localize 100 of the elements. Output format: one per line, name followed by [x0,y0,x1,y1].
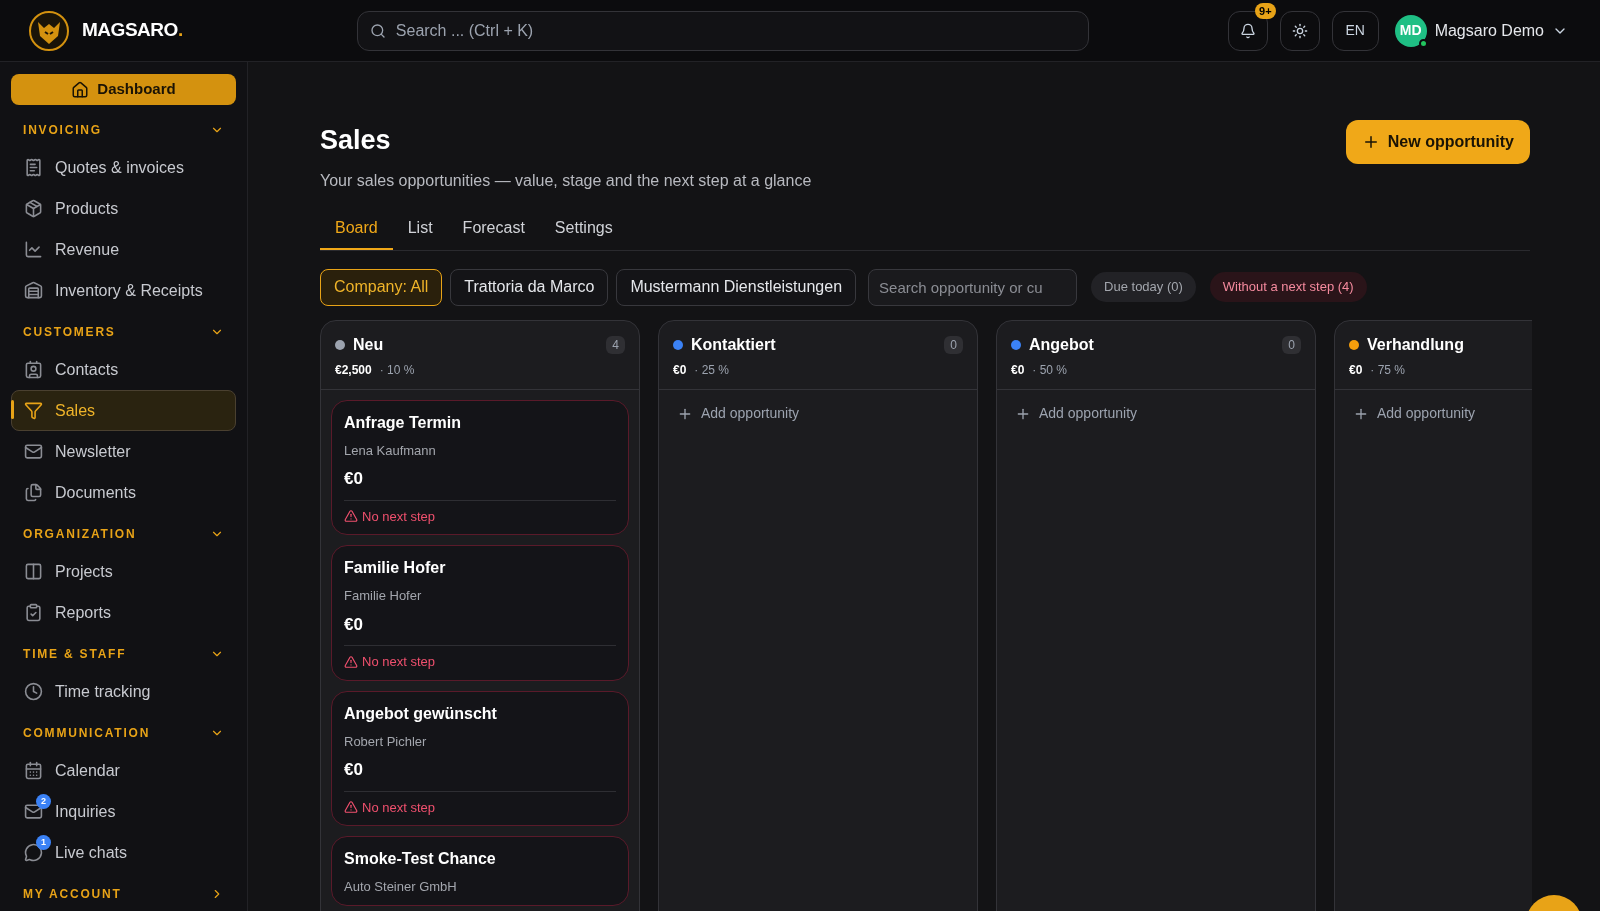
contact-card-icon [24,360,43,379]
card-title: Angebot gewünscht [344,703,498,724]
language-button[interactable]: EN [1331,10,1379,51]
company-filter-chip[interactable]: Mustermann Dienstleistungen [616,268,857,306]
stage-value: €0 [1349,361,1363,379]
calendar-icon [24,761,43,780]
new-opportunity-button[interactable]: New opportunity [1345,120,1530,164]
section-toggle[interactable]: CUSTOMERS [11,315,236,349]
stage-title: Verhandlung [1367,334,1464,355]
card-title: Smoke-Test Chance [344,849,497,869]
warehouse-icon [24,281,43,300]
funnel-icon [24,401,43,420]
stage-probability: · 10 % [379,361,415,379]
company-filter-chip[interactable]: Trattoria da Marco [450,268,609,306]
count-badge: 2 [36,794,51,809]
card-title: Anfrage Termin [344,412,463,433]
sidebar-item[interactable]: Products [11,188,236,229]
sidebar-item[interactable]: Newsletter [11,431,236,472]
envelope-icon [24,802,43,821]
chat-bubble-icon [24,843,43,862]
stage-count: 0 [1282,335,1301,354]
add-opportunity-button[interactable]: Add opportunity [1007,399,1305,428]
stage-title: Kontaktiert [691,334,776,355]
add-opportunity-button[interactable]: Add opportunity [1345,399,1532,428]
box-icon [24,199,43,218]
tab[interactable]: Settings [539,208,628,250]
count-badge: 1 [36,835,51,850]
dashboard-button[interactable]: Dashboard [11,74,236,105]
opportunity-search-field[interactable]: Search opportunity or cu [868,268,1078,306]
documents-icon [24,483,43,502]
sidebar-item[interactable]: Quotes & invoices [11,147,236,188]
warning-icon [344,509,358,524]
card-amount: €0 [344,468,364,490]
section-toggle[interactable]: COMMUNICATION [11,716,236,750]
bell-icon [1239,22,1256,39]
search-icon [369,22,386,39]
tab[interactable]: Forecast [447,208,540,250]
card-amount: €0 [344,613,364,636]
section-toggle[interactable]: INVOICING [11,113,236,147]
brand-name: MAGSARO. [82,18,183,43]
stage-probability: · 75 % [1370,361,1406,379]
section-toggle[interactable]: TIME & STAFF [11,637,236,671]
quick-filter-chip[interactable]: Due today (0) [1091,272,1196,302]
sidebar-item[interactable]: Reports [11,592,236,633]
quick-filter-chip[interactable]: Without a next step (4) [1209,272,1367,302]
stage-value: €0 [1011,361,1025,379]
sidebar-item[interactable]: Projects [11,551,236,592]
user-menu-button[interactable]: MD Magsaro Demo [1394,14,1568,47]
sidebar-item[interactable]: Sales [11,390,236,431]
sun-icon [1291,22,1308,39]
card-contact: Familie Hofer [344,587,423,605]
sidebar-item[interactable]: Revenue [11,229,236,270]
tab[interactable]: Board [320,208,393,250]
search-field[interactable]: Search ... (Ctrl + K) [356,10,1089,51]
section-toggle[interactable]: ORGANIZATION [11,517,236,551]
section-toggle[interactable]: MY ACCOUNT [11,877,236,911]
envelope-icon [24,442,43,461]
stage-title: Angebot [1029,334,1094,355]
warning-text: No next step [362,653,435,671]
columns-icon [24,562,43,581]
sidebar-item[interactable]: Contacts [11,349,236,390]
receipt-icon [24,158,43,177]
sidebar-item[interactable]: Time tracking [11,671,236,712]
card-contact: Robert Pichler [344,732,428,751]
warning-icon [344,654,358,669]
clock-icon [24,682,43,701]
stage-probability: · 50 % [1032,361,1068,379]
opportunity-card[interactable]: Angebot gewünscht Robert Pichler €0 No next step [331,690,629,826]
add-opportunity-button[interactable]: Add opportunity [669,399,967,428]
sidebar-item[interactable]: Calendar [11,750,236,791]
house-icon [71,80,90,99]
sidebar-item[interactable]: Inventory & Receipts [11,270,236,311]
card-contact: Lena Kaufmann [344,441,437,460]
card-contact: Auto Steiner GmbH [344,878,458,896]
opportunity-card[interactable]: Smoke-Test Chance Auto Steiner GmbH [331,836,629,906]
page-subtitle: Your sales opportunities — value, stage and the next step at a glance [320,170,812,191]
sidebar-item[interactable]: Inquiries 2 [11,791,236,832]
theme-toggle-button[interactable] [1279,10,1320,51]
opportunity-card[interactable]: Familie Hofer Familie Hofer €0 No next step [331,545,629,681]
stage-count: 0 [944,335,963,354]
clipboard-icon [24,603,43,622]
warning-icon [344,800,358,815]
opportunity-card[interactable]: Anfrage Termin Lena Kaufmann €0 No next step [331,399,629,535]
page-title: Sales [320,124,392,157]
warning-text: No next step [362,507,435,526]
stage-title: Neu [353,334,384,355]
stage-count: 4 [606,335,625,354]
avatar: MD [1394,14,1427,47]
card-amount: €0 [344,759,364,781]
tab[interactable]: List [392,208,448,250]
stage-value: €2,500 [335,361,372,379]
wolf-logo-icon [28,9,70,52]
notification-count: 9+ [1255,2,1276,19]
sidebar-item[interactable]: Documents [11,472,236,513]
warning-text: No next step [362,798,435,817]
sidebar-item[interactable]: Live chats 1 [11,832,236,873]
company-filter-chip[interactable]: Company: All [320,268,443,306]
stage-value: €0 [673,361,687,379]
card-title: Familie Hofer [344,558,447,578]
stage-probability: · 25 % [694,361,730,379]
